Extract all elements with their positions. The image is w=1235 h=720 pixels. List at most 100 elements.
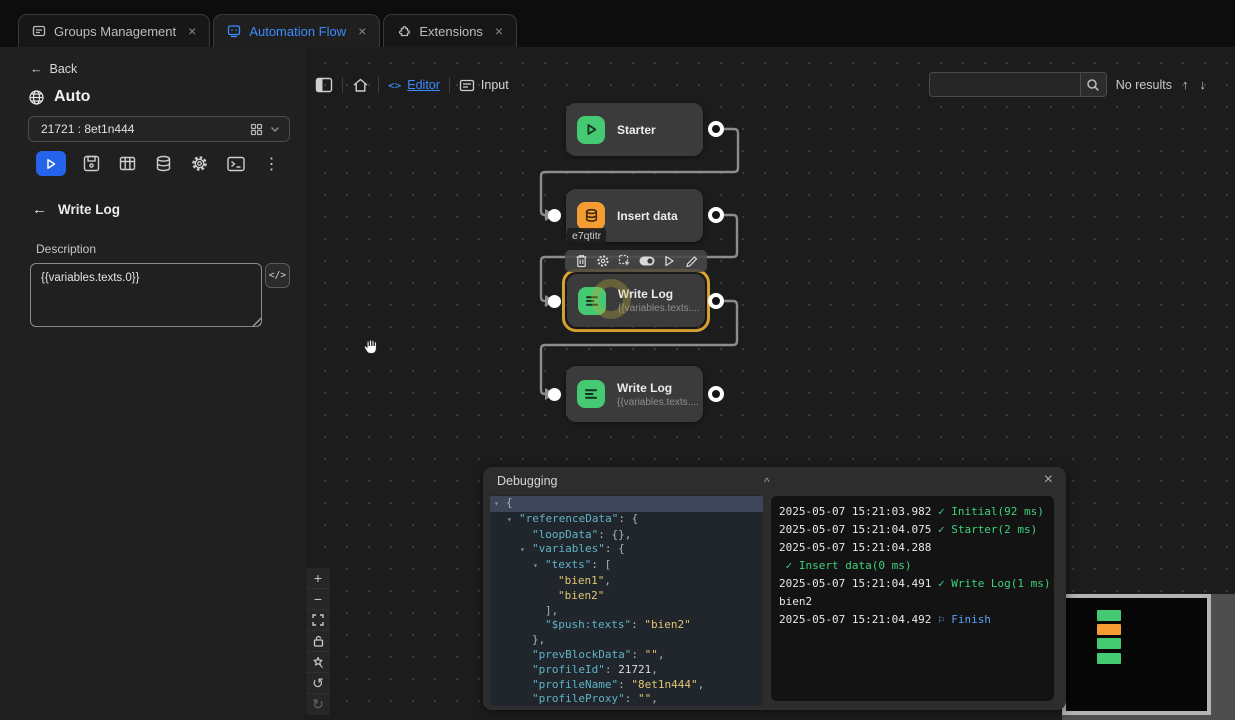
json-line[interactable]: ▾"texts": [ xyxy=(490,558,763,574)
search-input[interactable] xyxy=(929,72,1080,97)
json-line[interactable]: "prevBlockData": "", xyxy=(490,648,763,663)
search-prev-icon[interactable]: ↑ xyxy=(1181,77,1190,92)
delete-icon[interactable] xyxy=(573,253,589,269)
json-token: "8et1n444" xyxy=(631,678,697,691)
json-line[interactable]: ], xyxy=(490,604,763,619)
expand-chevron-icon[interactable]: ▾ xyxy=(520,543,532,558)
description-input[interactable]: {{variables.texts.0}} xyxy=(30,263,262,327)
expand-chevron-icon[interactable]: ▾ xyxy=(494,497,506,512)
chevron-down-icon xyxy=(270,126,280,133)
json-token: : { xyxy=(618,512,638,525)
database-icon[interactable] xyxy=(153,153,174,174)
json-line[interactable]: "bien2" xyxy=(490,589,763,604)
node-action-toolbar xyxy=(565,250,707,272)
tab-groups-management[interactable]: Groups Management × xyxy=(18,14,210,47)
json-line[interactable]: }, xyxy=(490,633,763,648)
panel-toggle-icon[interactable] xyxy=(315,77,333,93)
code-angle-icon: <> xyxy=(388,79,401,92)
edit-icon[interactable] xyxy=(683,253,699,269)
search-icon[interactable] xyxy=(1080,72,1107,97)
json-token: : xyxy=(625,692,638,705)
node-write-log-1[interactable]: Write Log {{variables.texts.... xyxy=(567,274,705,327)
json-line[interactable]: ▾{ xyxy=(490,496,763,512)
output-port[interactable] xyxy=(708,121,724,137)
block-title: Write Log xyxy=(58,202,120,217)
settings-icon[interactable] xyxy=(595,253,611,269)
duplicate-icon[interactable] xyxy=(617,253,633,269)
run-flow-button[interactable] xyxy=(36,151,66,176)
json-line[interactable]: "profileName": "8et1n444", xyxy=(490,678,763,693)
more-icon[interactable]: ⋮ xyxy=(261,153,282,174)
output-port[interactable] xyxy=(708,207,724,223)
search-results-text: No results xyxy=(1116,78,1172,92)
json-line[interactable]: "loopData": {}, xyxy=(490,528,763,543)
table-icon[interactable] xyxy=(117,153,138,174)
code-editor-button[interactable]: </> xyxy=(265,263,290,288)
zoom-out-icon[interactable]: − xyxy=(306,589,330,610)
editor-tab-link[interactable]: <> Editor xyxy=(388,78,440,92)
toggle-on-icon[interactable] xyxy=(639,253,655,269)
json-line[interactable]: "profileId": 21721, xyxy=(490,663,763,678)
log-token: ✓ Starter(2 ms) xyxy=(938,523,1037,536)
json-view[interactable]: ▾{▾"referenceData": {"loopData": {},▾"va… xyxy=(490,495,763,706)
node-starter[interactable]: Starter xyxy=(566,103,703,156)
json-token: "referenceData" xyxy=(519,512,618,525)
log-token: 2025-05-07 15:21:04.492 xyxy=(779,613,938,626)
play-icon xyxy=(577,116,605,144)
run-node-icon[interactable] xyxy=(661,253,677,269)
log-token: ✓ Insert data(0 ms) xyxy=(779,559,911,572)
output-port[interactable] xyxy=(708,386,724,402)
debugging-panel: Debugging ^ × ▾{▾"referenceData": {"loop… xyxy=(483,467,1066,710)
json-line[interactable]: ▾"referenceData": { xyxy=(490,512,763,528)
back-button[interactable]: ← Back xyxy=(30,62,77,76)
tab-label: Automation Flow xyxy=(249,24,346,39)
expand-chevron-icon[interactable]: ▾ xyxy=(507,513,519,528)
json-token: : {}, xyxy=(598,528,631,541)
zoom-in-icon[interactable]: + xyxy=(306,568,330,589)
close-icon[interactable]: × xyxy=(495,23,503,39)
json-line[interactable]: "bien1", xyxy=(490,574,763,589)
input-port[interactable] xyxy=(548,388,561,401)
close-icon[interactable]: × xyxy=(188,23,196,39)
back-arrow-icon[interactable]: ← xyxy=(32,201,47,218)
tab-automation-flow[interactable]: Automation Flow × xyxy=(213,14,380,47)
fit-view-icon[interactable] xyxy=(306,610,330,631)
minimap-viewport[interactable] xyxy=(1062,594,1211,715)
wand-icon[interactable] xyxy=(306,652,330,673)
app-name: Auto xyxy=(54,88,90,106)
log-view[interactable]: 2025-05-07 15:21:03.982 ✓ Initial(92 ms)… xyxy=(771,496,1054,701)
undo-icon[interactable]: ↺ xyxy=(306,673,330,694)
output-port[interactable] xyxy=(708,293,724,309)
divider xyxy=(378,77,379,93)
json-line[interactable]: "profileProxy": "", xyxy=(490,692,763,706)
search-next-icon[interactable]: ↓ xyxy=(1199,77,1208,92)
lock-icon[interactable] xyxy=(306,631,330,652)
gear-icon[interactable] xyxy=(189,153,210,174)
collapse-icon[interactable]: ^ xyxy=(764,475,770,489)
database-icon xyxy=(577,202,605,230)
log-token: ⚐ Finish xyxy=(938,613,991,626)
back-arrow-icon: ← xyxy=(30,62,43,76)
close-icon[interactable]: × xyxy=(1044,471,1053,489)
json-line[interactable]: "$push:texts": "bien2" xyxy=(490,618,763,633)
json-token: , xyxy=(658,648,665,661)
tab-extensions[interactable]: Extensions × xyxy=(383,14,517,47)
log-line: 2025-05-07 15:21:04.492 ⚐ Finish xyxy=(779,611,1046,629)
close-icon[interactable]: × xyxy=(358,23,366,39)
home-icon[interactable] xyxy=(352,77,369,93)
profile-select[interactable]: 21721 : 8et1n444 xyxy=(28,116,290,142)
input-tab-link[interactable]: Input xyxy=(459,78,509,92)
save-icon[interactable] xyxy=(81,153,102,174)
json-line[interactable]: ▾"variables": { xyxy=(490,542,763,558)
input-port[interactable] xyxy=(548,295,561,308)
minimap[interactable] xyxy=(1062,594,1235,720)
node-title: Write Log xyxy=(617,381,699,395)
node-title: Starter xyxy=(617,123,656,137)
expand-chevron-icon[interactable]: ▾ xyxy=(533,559,545,574)
redo-icon[interactable]: ↻ xyxy=(306,694,330,715)
extensions-icon xyxy=(397,24,411,38)
grid-icon xyxy=(250,123,263,136)
terminal-icon[interactable] xyxy=(225,153,246,174)
node-write-log-2[interactable]: Write Log {{variables.texts.... xyxy=(566,366,703,422)
input-port[interactable] xyxy=(548,209,561,222)
